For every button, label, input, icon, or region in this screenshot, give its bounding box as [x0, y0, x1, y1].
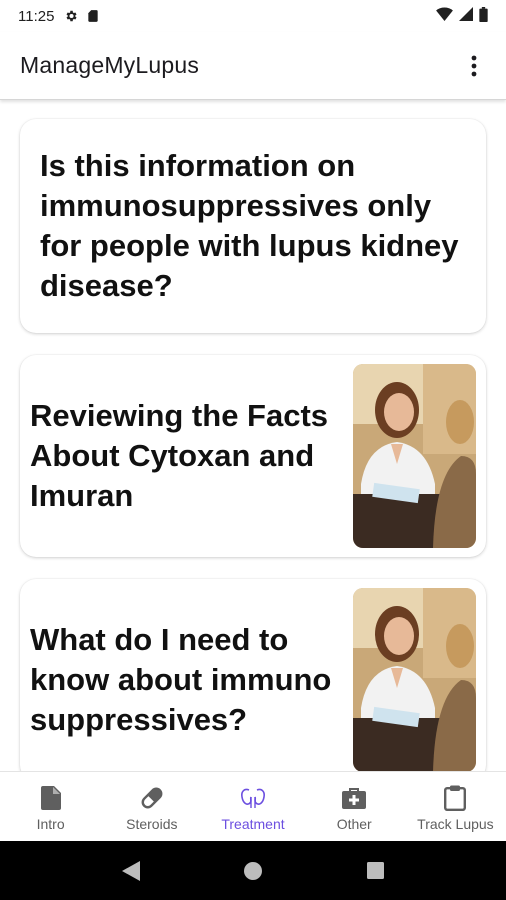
article-card[interactable]: Reviewing the Facts About Cytoxan and Im… [20, 355, 486, 557]
card-title: Reviewing the Facts About Cytoxan and Im… [30, 398, 329, 513]
content-list[interactable]: Is this information on immunosuppressive… [0, 101, 506, 771]
status-time: 11:25 [18, 7, 55, 25]
settings-gear-icon [64, 9, 78, 23]
nav-label: Other [336, 816, 372, 832]
cell-signal-icon [459, 7, 473, 25]
battery-icon [479, 6, 488, 26]
nav-item-other[interactable]: Other [304, 772, 405, 841]
nav-label: Treatment [221, 816, 285, 832]
document-icon [38, 785, 64, 811]
article-card[interactable]: What do I need to know about immuno supp… [20, 579, 486, 771]
more-options-icon[interactable] [462, 54, 486, 78]
nav-item-track-lupus[interactable]: Track Lupus [405, 772, 506, 841]
medical-kit-icon [341, 785, 367, 811]
app-title: ManageMyLupus [20, 52, 200, 78]
nav-label: Track Lupus [417, 816, 494, 832]
bottom-navigation: Intro Steroids Treatment Other Track Lup… [0, 771, 506, 841]
recents-icon[interactable] [360, 856, 390, 886]
question-card[interactable]: Is this information on immunosuppressive… [20, 119, 486, 333]
nav-label: Steroids [126, 816, 178, 832]
nav-item-intro[interactable]: Intro [0, 772, 101, 841]
status-bar: 11:25 [0, 0, 506, 32]
wifi-icon [436, 7, 453, 25]
doctor-consultation-photo [353, 364, 476, 548]
kidneys-icon [240, 785, 266, 811]
nav-item-steroids[interactable]: Steroids [101, 772, 202, 841]
card-title: What do I need to know about immuno supp… [30, 622, 332, 737]
back-icon[interactable] [116, 856, 146, 886]
doctor-consultation-photo [353, 588, 476, 771]
clipboard-icon [442, 785, 468, 811]
system-navigation-bar [0, 841, 506, 900]
pill-icon [139, 785, 165, 811]
nav-label: Intro [36, 816, 65, 832]
card-title: Is this information on immunosuppressive… [40, 148, 459, 303]
nav-item-treatment[interactable]: Treatment [202, 772, 303, 841]
app-bar: ManageMyLupus [0, 32, 506, 100]
home-icon[interactable] [238, 856, 268, 886]
sd-card-icon [86, 9, 100, 23]
